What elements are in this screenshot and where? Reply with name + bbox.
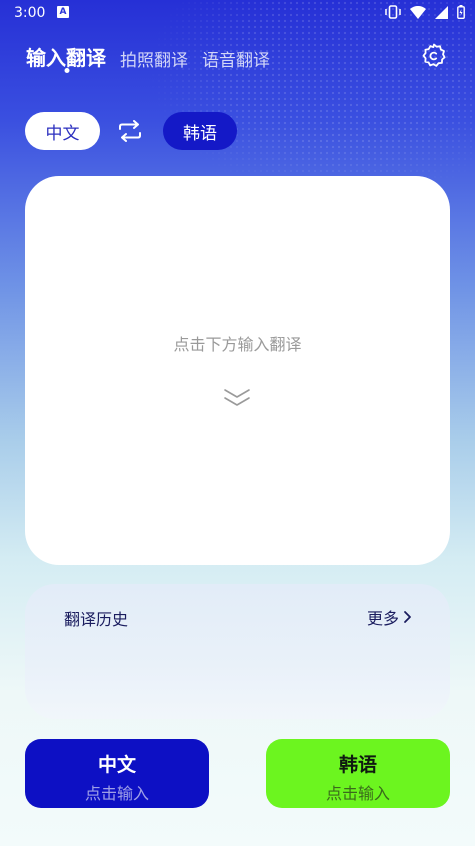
target-language-button[interactable]: 韩语 (163, 112, 237, 150)
history-title: 翻译历史 (64, 610, 129, 629)
swap-icon[interactable] (117, 120, 143, 142)
status-icons (385, 5, 465, 19)
chevron-double-down-icon (224, 389, 250, 406)
korean-button-subtitle: 点击输入 (325, 784, 390, 803)
world-map-decoration (150, 0, 475, 200)
signal-icon (435, 5, 448, 19)
chinese-input-button[interactable]: 中文 点击输入 (25, 739, 209, 808)
tab-text-translate[interactable]: 输入翻译 (26, 42, 106, 71)
history-card: 翻译历史 更多 (25, 584, 450, 719)
active-tab-indicator (64, 68, 70, 73)
mode-tabs: 输入翻译 拍照翻译 语音翻译 (26, 42, 270, 71)
history-more-link[interactable]: 更多 (367, 605, 412, 629)
tab-voice-translate[interactable]: 语音翻译 (202, 46, 270, 71)
notification-icon: A (57, 6, 69, 18)
vibrate-icon (385, 5, 401, 19)
battery-icon (457, 5, 465, 19)
chinese-button-title: 中文 (97, 754, 136, 776)
translation-input-card[interactable]: 点击下方输入翻译 (25, 176, 450, 565)
input-hint: 点击下方输入翻译 (173, 335, 302, 354)
tab-photo-translate[interactable]: 拍照翻译 (120, 46, 188, 71)
chevron-right-icon (404, 611, 411, 623)
korean-button-title: 韩语 (338, 754, 377, 776)
korean-input-button[interactable]: 韩语 点击输入 (266, 739, 450, 808)
settings-icon[interactable] (420, 42, 448, 70)
history-more-label: 更多 (366, 609, 399, 628)
source-language-button[interactable]: 中文 (25, 112, 100, 150)
status-bar: 3:00 A (0, 0, 475, 26)
status-time: 3:00 (14, 5, 46, 21)
wifi-icon (410, 5, 426, 19)
chinese-button-subtitle: 点击输入 (84, 784, 149, 803)
